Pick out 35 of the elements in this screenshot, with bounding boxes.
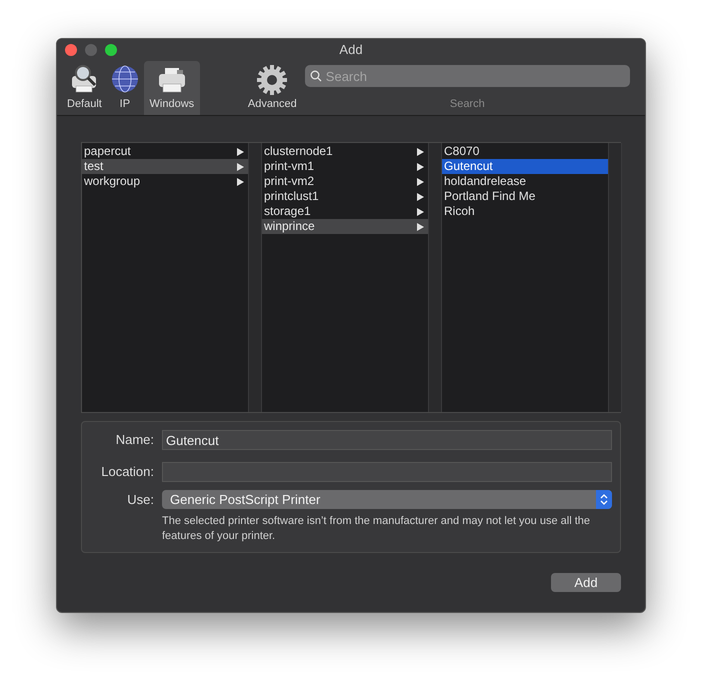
browser-item[interactable]: storage1	[262, 204, 428, 219]
globe-icon	[110, 64, 140, 94]
toolbar-tab[interactable]: Windows	[144, 60, 200, 115]
toolbar-tab[interactable]: Default	[63, 60, 106, 115]
close-button[interactable]	[65, 44, 77, 56]
browser-item[interactable]: papercut	[82, 144, 248, 159]
browser-item[interactable]: printclust1	[262, 189, 428, 204]
browser-item[interactable]: holdandrelease	[442, 174, 608, 189]
browser-item[interactable]: test	[82, 159, 248, 174]
use-label: Use:	[126, 491, 154, 509]
search-caption: Search	[450, 96, 485, 112]
browser-item[interactable]: print-vm2	[262, 174, 428, 189]
browser-item[interactable]: Ricoh	[442, 204, 608, 219]
browser-item[interactable]: workgroup	[82, 174, 248, 189]
browser-item[interactable]: winprince	[262, 219, 428, 234]
browser-item[interactable]: print-vm1	[262, 159, 428, 174]
browser-item[interactable]: C8070	[442, 144, 608, 159]
search-field[interactable]: Search	[304, 65, 630, 88]
add-button[interactable]: Add	[551, 572, 621, 592]
toolbar-tab[interactable]: IP	[106, 60, 144, 115]
window-title: Add	[339, 41, 363, 60]
driver-note: The selected printer software isn’t from the manufacturer and may not let you use all the features of your printer.	[162, 514, 591, 544]
location-field[interactable]	[162, 462, 612, 482]
browser-item[interactable]: Portland Find Me	[442, 189, 608, 204]
gear-icon	[256, 64, 288, 96]
stepper-arrows-icon	[596, 490, 612, 510]
zoom-button[interactable]	[105, 44, 117, 56]
advanced-button[interactable]: Advanced	[248, 60, 297, 115]
browser-item[interactable]: clusternode1	[262, 144, 428, 159]
browser-item[interactable]: Gutencut	[442, 159, 608, 174]
name-field[interactable]: Gutencut	[162, 430, 612, 450]
driver-select[interactable]: Generic PostScript Printer	[162, 490, 612, 510]
location-label: Location:	[100, 463, 154, 482]
search-icon	[310, 70, 322, 82]
name-label: Name:	[114, 431, 154, 450]
